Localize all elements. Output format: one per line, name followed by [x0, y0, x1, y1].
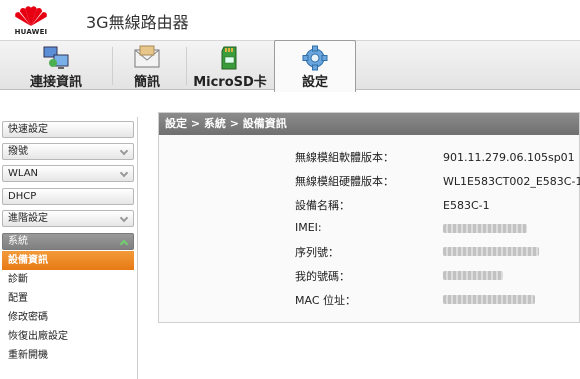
- redacted-value: [443, 247, 539, 256]
- info-label: MAC 位址：: [295, 294, 356, 307]
- info-label: 無線模組硬體版本：: [295, 175, 394, 188]
- tab-label: 設定: [301, 75, 328, 90]
- sidebar-item-system[interactable]: 系統: [2, 233, 134, 250]
- info-row-module-software-version: 無線模組軟體版本： 901.11.279.06.105sp01: [159, 149, 579, 169]
- tab-label: MicroSD卡: [193, 75, 267, 90]
- info-row-mac-address: MAC 位址：: [159, 292, 579, 312]
- submenu-item-reboot[interactable]: 重新開機: [2, 346, 134, 365]
- main-tab-bar: 連接資訊 簡訊 MicroSD卡 設定: [0, 40, 580, 92]
- huawei-logo: HUAWEI: [8, 4, 54, 36]
- sidebar-item-label: 快速設定: [8, 124, 48, 135]
- info-label: 設備名稱：: [295, 199, 350, 212]
- sidebar: 快速設定 撥號 WLAN DHCP 進階設定 系統 設備資訊 診斷 配置 修改密…: [0, 117, 138, 379]
- submenu-item-factory-reset[interactable]: 恢復出廠設定: [2, 327, 134, 346]
- tab-label: 連接資訊: [29, 75, 82, 90]
- info-label: IMEI:: [295, 221, 322, 234]
- sd-card-icon: [221, 46, 237, 70]
- sidebar-item-wlan[interactable]: WLAN: [2, 165, 134, 182]
- info-label: 序列號：: [295, 246, 339, 259]
- chevron-up-icon: [119, 239, 129, 249]
- info-row-module-hardware-version: 無線模組硬體版本： WL1E583CT002_E583C-1: [159, 173, 580, 193]
- redacted-value: [443, 295, 535, 304]
- submenu-item-configuration[interactable]: 配置: [2, 289, 134, 308]
- tab-divider: [186, 47, 187, 85]
- tab-label: 簡訊: [133, 75, 160, 90]
- redacted-value: [443, 224, 527, 233]
- sidebar-item-label: 撥號: [8, 146, 28, 157]
- info-row-serial-number: 序列號：: [159, 244, 579, 264]
- info-row-device-name: 設備名稱： E583C-1: [159, 197, 579, 217]
- sidebar-item-dhcp[interactable]: DHCP: [2, 188, 134, 205]
- info-label: 無線模組軟體版本：: [295, 151, 394, 164]
- sidebar-item-label: WLAN: [8, 168, 39, 179]
- app-header: HUAWEI 3G無線路由器: [0, 0, 580, 40]
- sidebar-item-dialup[interactable]: 撥號: [2, 143, 134, 160]
- submenu-item-diagnostics[interactable]: 診斷: [2, 270, 134, 289]
- system-submenu: 設備資訊 診斷 配置 修改密碼 恢復出廠設定 重新開機: [2, 251, 134, 365]
- submenu-item-device-info[interactable]: 設備資訊: [2, 251, 134, 270]
- sidebar-item-label: DHCP: [8, 191, 37, 202]
- tab-divider: [112, 47, 113, 85]
- info-value: 901.11.279.06.105sp01: [443, 151, 575, 164]
- chevron-down-icon: [119, 146, 129, 156]
- sidebar-item-label: 進階設定: [8, 213, 48, 224]
- chevron-down-icon: [119, 213, 129, 223]
- brand-name: HUAWEI: [14, 28, 48, 36]
- device-info-panel: 設定 > 系統 > 設備資訊 無線模組軟體版本： 901.11.279.06.1…: [158, 112, 580, 323]
- app-title: 3G無線路由器: [86, 13, 189, 32]
- sidebar-item-advanced[interactable]: 進階設定: [2, 210, 134, 227]
- tab-sms[interactable]: 簡訊: [114, 41, 180, 90]
- info-row-my-number: 我的號碼：: [159, 268, 579, 288]
- sidebar-item-label: 系統: [8, 236, 28, 247]
- network-computers-icon: [43, 46, 69, 69]
- tab-connection-info[interactable]: 連接資訊: [6, 41, 106, 90]
- tab-settings[interactable]: 設定: [274, 40, 356, 92]
- envelope-icon: [134, 45, 160, 68]
- tab-microsd[interactable]: MicroSD卡: [188, 41, 272, 90]
- redacted-value: [443, 271, 503, 280]
- submenu-item-change-password[interactable]: 修改密碼: [2, 308, 134, 327]
- info-value: WL1E583CT002_E583C-1: [443, 175, 580, 188]
- info-row-imei: IMEI:: [159, 221, 579, 241]
- gear-icon: [302, 45, 328, 71]
- sidebar-item-quick-setup[interactable]: 快速設定: [2, 121, 134, 138]
- info-value: E583C-1: [443, 199, 490, 212]
- chevron-down-icon: [119, 168, 129, 178]
- breadcrumb: 設定 > 系統 > 設備資訊: [159, 113, 579, 135]
- info-label: 我的號碼：: [295, 270, 350, 283]
